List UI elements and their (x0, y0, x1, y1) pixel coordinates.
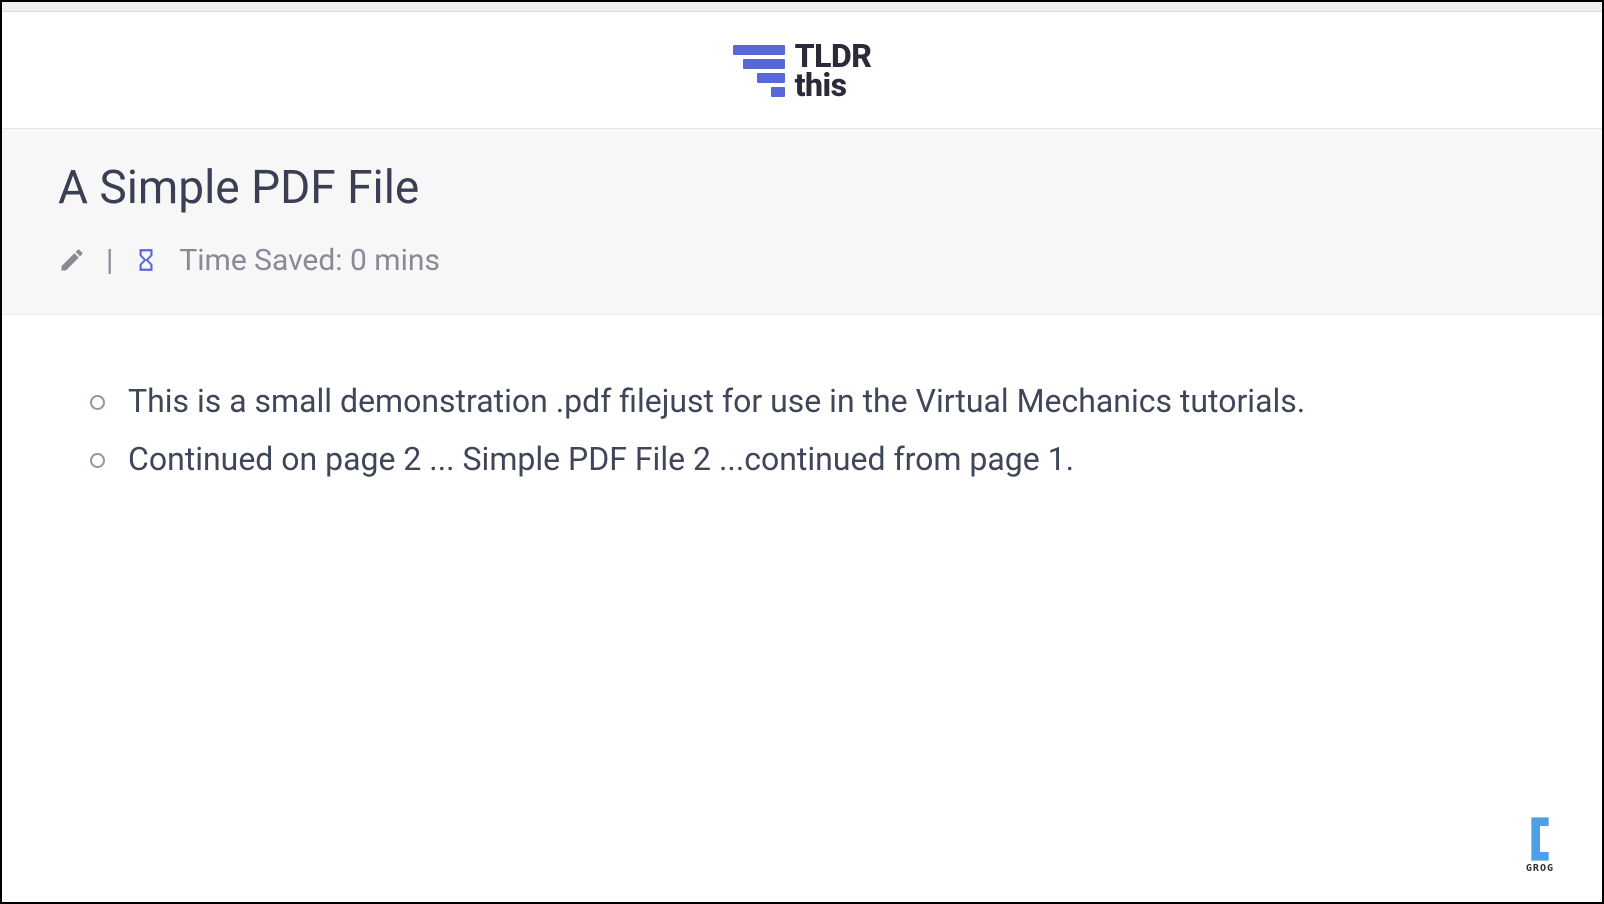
summary-point: Continued on page 2 ... Simple PDF File … (90, 433, 1546, 486)
summary-list: This is a small demonstration .pdf filej… (58, 375, 1546, 487)
edit-icon[interactable] (58, 246, 86, 274)
title-section: A Simple PDF File | Time Saved: 0 mins (2, 129, 1602, 315)
brand-text: TLDR this (795, 42, 872, 100)
meta-divider: | (106, 243, 113, 278)
meta-row: | Time Saved: 0 mins (58, 243, 1546, 278)
page-title: A Simple PDF File (58, 161, 1546, 215)
bracket-icon (1527, 817, 1553, 861)
brand-logo[interactable]: TLDR this (733, 42, 872, 100)
browser-chrome (2, 2, 1602, 12)
grog-label: GROG (1526, 863, 1554, 874)
funnel-icon (733, 45, 785, 97)
grog-badge[interactable]: GROG (1526, 817, 1554, 874)
summary-point: This is a small demonstration .pdf filej… (90, 375, 1546, 428)
time-saved-label: Time Saved: 0 mins (179, 243, 440, 278)
summary-content: This is a small demonstration .pdf filej… (2, 315, 1602, 553)
hourglass-icon (133, 245, 159, 275)
brand-line-2: this (795, 71, 872, 100)
app-header: TLDR this (2, 12, 1602, 129)
